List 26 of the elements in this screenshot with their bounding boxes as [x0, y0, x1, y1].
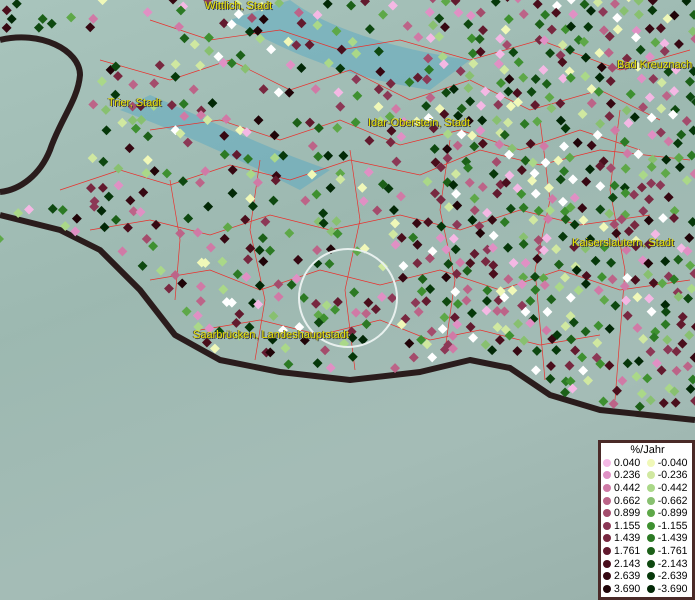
- legend-value: -0.662: [658, 494, 688, 507]
- legend-value: 2.639: [614, 570, 640, 582]
- legend-value: -0.040: [658, 456, 688, 469]
- legend-value: 0.899: [614, 507, 640, 520]
- legend-value: 1.761: [614, 544, 640, 557]
- legend-value: -0.236: [658, 469, 688, 482]
- legend-value: 2.143: [614, 558, 640, 570]
- place-label: Trier, Stadt: [108, 97, 162, 109]
- legend-title: %/Jahr: [629, 444, 666, 456]
- legend-value: 3.690: [614, 582, 640, 595]
- legend-value: 1.155: [614, 520, 640, 532]
- legend-value: -3.690: [658, 582, 688, 595]
- legend-value: -0.442: [658, 482, 688, 494]
- map-view[interactable]: [0, 0, 695, 600]
- legend-value: -2.639: [658, 570, 688, 582]
- legend-value: 0.662: [614, 494, 640, 507]
- legend-value: 0.236: [614, 469, 640, 482]
- legend-value: -0.899: [658, 507, 688, 520]
- legend-value: 0.442: [614, 482, 640, 494]
- legend-value: -1.155: [658, 520, 688, 532]
- legend-value: -2.143: [658, 558, 688, 570]
- legend-value: 0.040: [614, 456, 640, 469]
- place-label: Wittlich, Stadt: [205, 0, 272, 12]
- legend-value: 1.439: [614, 532, 640, 544]
- legend-value: -1.439: [658, 532, 688, 544]
- legend-value: -1.761: [658, 544, 688, 557]
